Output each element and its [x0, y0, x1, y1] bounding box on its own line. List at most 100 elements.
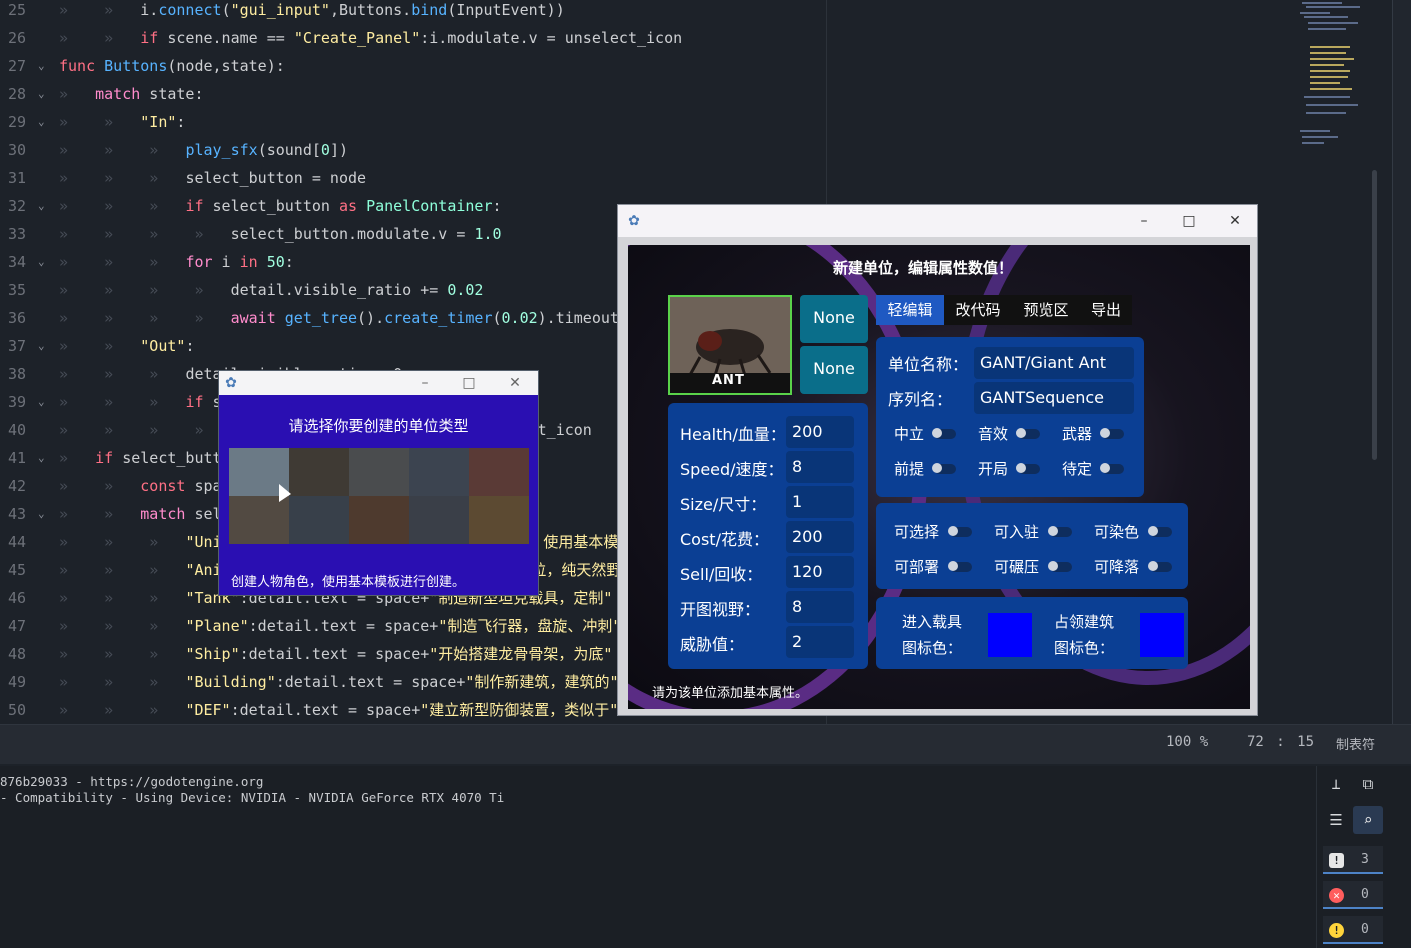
copy-icon[interactable]: ⧉: [1353, 770, 1383, 798]
code-line[interactable]: 29 ⌄ » » "In":: [0, 108, 1300, 136]
code-text: » » » play_sfx(sound[0]): [59, 141, 348, 159]
unit-name-field[interactable]: GANT/Giant Ant: [974, 347, 1134, 379]
editor-heading: 新建单位，编辑属性数值！: [833, 259, 1014, 277]
fold-icon[interactable]: ⌄: [38, 500, 45, 528]
stat-field[interactable]: 8: [786, 451, 854, 483]
flag-toggle[interactable]: [948, 526, 972, 537]
line-number: 33: [7, 225, 26, 243]
fold-icon[interactable]: ⌄: [38, 80, 45, 108]
stat-field[interactable]: 200: [786, 416, 854, 448]
flag-toggle[interactable]: [1048, 561, 1072, 572]
fold-icon[interactable]: ⌄: [38, 388, 45, 416]
editor-tabs: 轻编辑 改代码 预览区 导出: [876, 295, 1132, 325]
zoom-level[interactable]: 100 %: [1166, 734, 1208, 750]
ship-thumb[interactable]: [469, 448, 529, 496]
side-dock: [1392, 0, 1411, 724]
flag-label: 可降落: [1094, 558, 1140, 576]
godot-icon: ✿: [225, 375, 237, 391]
code-line[interactable]: 31 » » » select_button = node: [0, 164, 1300, 192]
stat-label: 威胁值：: [680, 635, 745, 654]
tab-light-edit[interactable]: 轻编辑: [876, 295, 944, 325]
output-log[interactable]: 876b29033 - https://godotengine.org - Co…: [0, 766, 1316, 948]
line-number: 41: [7, 449, 26, 467]
code-line[interactable]: 30 » » » play_sfx(sound[0]): [0, 136, 1300, 164]
def-thumb[interactable]: [289, 496, 349, 544]
search-icon[interactable]: ⌕: [1353, 806, 1383, 834]
close-icon[interactable]: ✕: [1225, 211, 1245, 231]
fold-icon[interactable]: ⌄: [38, 248, 45, 276]
thumb[interactable]: [409, 496, 469, 544]
code-line[interactable]: 25 » » i.connect("gui_input",Buttons.bind…: [0, 0, 1300, 24]
stat-field[interactable]: 2: [786, 626, 854, 658]
editor-scrollbar[interactable]: [1372, 170, 1377, 460]
thumb[interactable]: [349, 496, 409, 544]
close-icon[interactable]: ✕: [505, 373, 525, 393]
maximize-icon[interactable]: □: [1179, 211, 1199, 231]
unit-type-gallery[interactable]: [229, 448, 529, 544]
tab-export[interactable]: 导出: [1080, 295, 1132, 325]
fold-icon[interactable]: ⌄: [38, 332, 45, 360]
line-number: 31: [7, 169, 26, 187]
plane-thumb[interactable]: [409, 448, 469, 496]
warnings-filter[interactable]: ✕ 0: [1323, 881, 1383, 909]
stat-field[interactable]: 200: [786, 521, 854, 553]
fold-icon[interactable]: ⌄: [38, 108, 45, 136]
sequence-none-button[interactable]: None: [800, 346, 868, 394]
errors-filter[interactable]: ! 3: [1323, 846, 1383, 874]
stat-label: 开图视野：: [680, 600, 761, 619]
building-thumb[interactable]: [229, 496, 289, 544]
code-line[interactable]: 26 » » if scene.name == "Create_Panel":i.…: [0, 24, 1300, 52]
flag-toggle[interactable]: [1016, 463, 1040, 474]
flag-label: 可选择: [894, 523, 940, 541]
code-text: func Buttons(node,state):: [59, 57, 285, 75]
building-color-swatch[interactable]: [1140, 613, 1184, 657]
line-number: 44: [7, 533, 26, 551]
stat-field[interactable]: 1: [786, 486, 854, 518]
flag-toggle[interactable]: [1048, 526, 1072, 537]
flag-toggle[interactable]: [948, 561, 972, 572]
code-line[interactable]: 27 ⌄ func Buttons(node,state):: [0, 52, 1300, 80]
editor-background: 新建单位，编辑属性数值！ ANT None None 轻编辑 改代码 预览区 导…: [628, 245, 1250, 709]
indent-mode[interactable]: 制表符: [1336, 734, 1375, 753]
flag-toggle[interactable]: [932, 463, 956, 474]
tab-preview[interactable]: 预览区: [1012, 295, 1080, 325]
window-titlebar[interactable]: ✿ – □ ✕: [618, 205, 1257, 237]
flag-toggle[interactable]: [1100, 428, 1124, 439]
stat-field[interactable]: 8: [786, 591, 854, 623]
flag-toggle[interactable]: [1148, 526, 1172, 537]
editor-status-bar: 100 % 72 : 15 制表符: [0, 724, 1411, 764]
tank-thumb[interactable]: [349, 448, 409, 496]
cursor-column: 15: [1297, 734, 1315, 750]
info-filter[interactable]: ! 0: [1323, 916, 1383, 944]
line-number: 47: [7, 617, 26, 635]
sequence-field[interactable]: GANTSequence: [974, 382, 1134, 414]
code-text: » » i.connect("gui_input",Buttons.bind(I…: [59, 1, 565, 19]
line-number: 40: [7, 421, 26, 439]
stat-field[interactable]: 120: [786, 556, 854, 588]
fold-icon[interactable]: ⌄: [38, 444, 45, 472]
flag-toggle[interactable]: [932, 428, 956, 439]
minimize-icon[interactable]: –: [1134, 211, 1154, 231]
code-line[interactable]: 28 ⌄ » match state:: [0, 80, 1300, 108]
fold-icon[interactable]: ⌄: [38, 52, 45, 80]
collapse-icon[interactable]: ☰: [1321, 806, 1351, 834]
thumb[interactable]: [469, 496, 529, 544]
icon-none-button[interactable]: None: [800, 295, 868, 343]
minimize-icon[interactable]: –: [415, 373, 435, 393]
flag-toggle[interactable]: [1100, 463, 1124, 474]
flag-label: 可碾压: [994, 558, 1040, 576]
flag-toggle[interactable]: [1148, 561, 1172, 572]
window-titlebar[interactable]: ✿ – □ ✕: [219, 371, 538, 395]
animal-thumb[interactable]: [289, 448, 349, 496]
maximize-icon[interactable]: □: [459, 373, 479, 393]
flag-label: 中立: [894, 425, 925, 443]
vehicle-color-swatch[interactable]: [988, 613, 1032, 657]
unit-portrait[interactable]: ANT: [668, 295, 792, 395]
code-text: » » » » select_button.modulate.v = 1.0: [59, 225, 502, 243]
fold-icon[interactable]: ⌄: [38, 192, 45, 220]
flag-label: 前提: [894, 460, 925, 478]
tab-code[interactable]: 改代码: [944, 295, 1012, 325]
flag-toggle[interactable]: [1016, 428, 1040, 439]
pin-icon[interactable]: ⊥: [1321, 770, 1351, 798]
code-minimap[interactable]: [1296, 0, 1376, 160]
